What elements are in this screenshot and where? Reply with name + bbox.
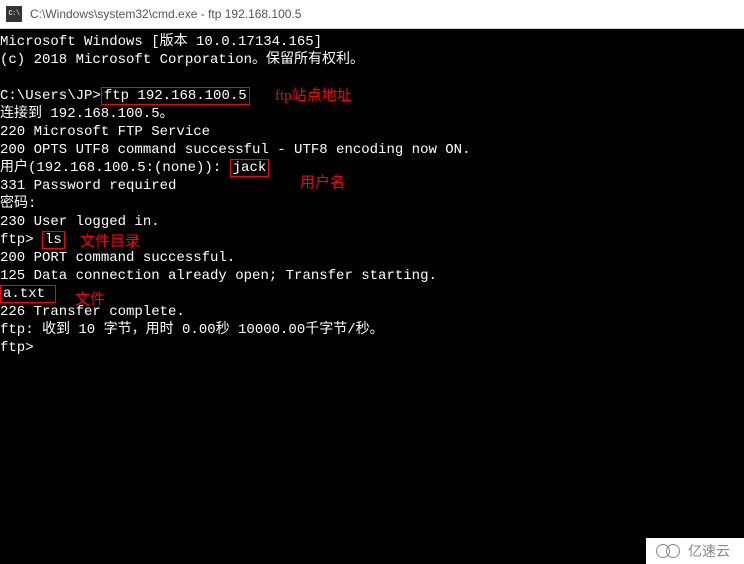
blank-line bbox=[0, 69, 744, 87]
output-line: Microsoft Windows [版本 10.0.17134.165] bbox=[0, 33, 744, 51]
annotation-ftp-address: ftp站点地址 bbox=[275, 87, 352, 105]
prompt-text: 用户(192.168.100.5:(none)): bbox=[0, 160, 230, 176]
command-line: C:\Users\JP>ftp 192.168.100.5 bbox=[0, 87, 744, 105]
prompt-line[interactable]: ftp> bbox=[0, 339, 744, 357]
ftp-command-highlight: ftp 192.168.100.5 bbox=[101, 87, 250, 105]
terminal-area[interactable]: Microsoft Windows [版本 10.0.17134.165] (c… bbox=[0, 29, 744, 564]
ls-command-highlight: ls bbox=[42, 231, 65, 249]
file-highlight: a.txt bbox=[0, 285, 56, 303]
prompt-text: C:\Users\JP> bbox=[0, 88, 101, 104]
annotation-dirlist: 文件目录 bbox=[80, 233, 140, 251]
watermark-text: 亿速云 bbox=[688, 542, 730, 560]
output-line: ftp: 收到 10 字节，用时 0.00秒 10000.00千字节/秒。 bbox=[0, 321, 744, 339]
user-input-line: 用户(192.168.100.5:(none)): jack bbox=[0, 159, 744, 177]
username-highlight: jack bbox=[230, 159, 270, 177]
output-line: 226 Transfer complete. bbox=[0, 303, 744, 321]
cmd-icon: C:\ bbox=[6, 6, 22, 22]
output-line: 125 Data connection already open; Transf… bbox=[0, 267, 744, 285]
prompt-text: ftp> bbox=[0, 232, 42, 248]
output-line: 200 PORT command successful. bbox=[0, 249, 744, 267]
output-line: 连接到 192.168.100.5。 bbox=[0, 105, 744, 123]
annotation-username: 用户名 bbox=[300, 174, 345, 192]
output-line: 220 Microsoft FTP Service bbox=[0, 123, 744, 141]
output-line: (c) 2018 Microsoft Corporation。保留所有权利。 bbox=[0, 51, 744, 69]
watermark: 亿速云 bbox=[646, 538, 744, 564]
output-line: 230 User logged in. bbox=[0, 213, 744, 231]
file-line: a.txt bbox=[0, 285, 744, 303]
window-title: C:\Windows\system32\cmd.exe - ftp 192.16… bbox=[30, 7, 301, 21]
watermark-icon bbox=[656, 543, 684, 559]
titlebar: C:\ C:\Windows\system32\cmd.exe - ftp 19… bbox=[0, 0, 744, 29]
output-line: 200 OPTS UTF8 command successful - UTF8 … bbox=[0, 141, 744, 159]
output-line: 331 Password required bbox=[0, 177, 744, 195]
annotation-file: 文件 bbox=[75, 291, 105, 309]
output-line: 密码: bbox=[0, 195, 744, 213]
